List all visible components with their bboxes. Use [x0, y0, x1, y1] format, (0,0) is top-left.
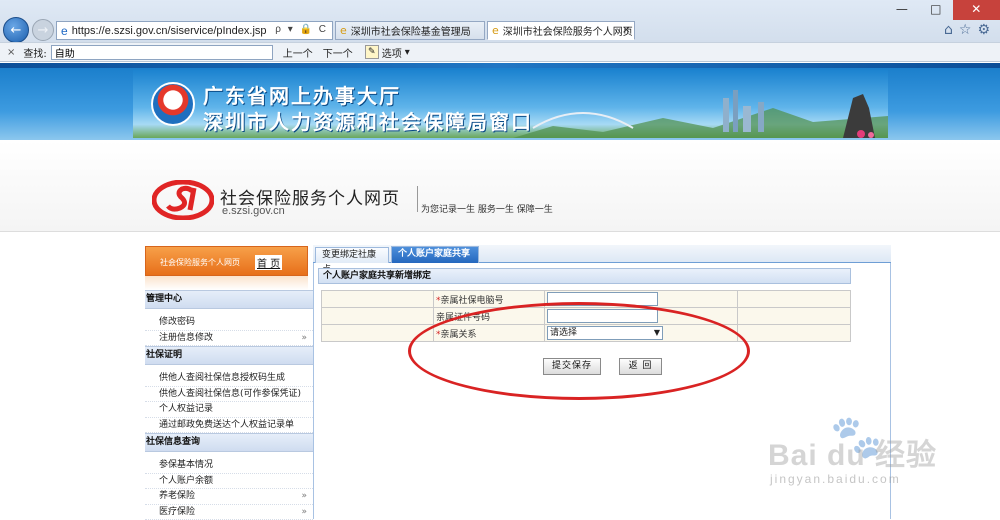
address-text: https://e.szsi.gov.cn/siservice/pIndex.j… — [72, 25, 267, 37]
watermark-text: Bai du 经验 — [768, 430, 937, 474]
chevron-down-icon: ▾ — [405, 47, 410, 58]
minimize-button[interactable]: — — [885, 0, 919, 20]
tab-label: 深圳市社会保险服务个人网页 — [503, 23, 633, 38]
maximize-button[interactable]: □ — [919, 0, 953, 20]
find-options-button[interactable]: ✎ 选项 ▾ — [365, 45, 410, 60]
address-bar[interactable]: e https://e.szsi.gov.cn/siservice/pIndex… — [56, 21, 333, 40]
pencil-icon: ✎ — [365, 45, 379, 59]
sidebar-item-label: 供他人查阅社保信息授权码生成 — [159, 373, 285, 383]
sidebar-item-basic-info[interactable]: 参保基本情况 — [145, 458, 313, 474]
find-options-label: 选项 — [382, 45, 402, 60]
arrow-right-icon: → — [38, 23, 49, 38]
sidebar-header-shadow — [145, 276, 308, 290]
sidebar-item-account-balance[interactable]: 个人账户余额 — [145, 474, 313, 490]
sidebar-item-label: 通过邮政免费送达个人权益记录单 — [159, 420, 294, 430]
sidebar-item-auth-code[interactable]: 供他人查阅社保信息授权码生成 — [145, 371, 313, 387]
forward-button[interactable]: → — [32, 19, 54, 41]
chevron-right-icon: » — [301, 505, 307, 520]
chevron-right-icon: » — [301, 331, 307, 347]
sidebar-item-label: 供他人查阅社保信息(可作参保凭证) — [159, 389, 301, 399]
sidebar-header-title: 社会保险服务个人网页 — [160, 257, 240, 268]
tab-label: 深圳市社会保险基金管理局 — [351, 23, 471, 38]
find-prev-button[interactable]: 上一个 — [283, 45, 313, 60]
home-link[interactable]: 首 页 — [255, 255, 282, 270]
ie-icon: e — [340, 24, 347, 37]
site-slogan: 为您记录一生 服务一生 保障一生 — [421, 202, 553, 215]
tab-szsi-fund[interactable]: e 深圳市社会保险基金管理局 — [335, 21, 485, 40]
header-divider — [417, 186, 418, 212]
sidebar-header: 社会保险服务个人网页 首 页 — [145, 246, 308, 276]
window-controls: — □ ✕ — [885, 0, 1000, 20]
sidebar-section-management[interactable]: 管理中心 — [145, 290, 313, 309]
close-window-button[interactable]: ✕ — [953, 0, 1000, 20]
section-title: 个人账户家庭共享新增绑定 — [318, 268, 851, 284]
ie-icon: e — [61, 24, 68, 38]
sidebar-menu: 管理中心 修改密码 注册信息修改 » 社保证明 供他人查阅社保信息授权码生成 供他… — [145, 290, 313, 519]
sidebar-item-change-password[interactable]: 修改密码 — [145, 315, 313, 331]
tab-change-clinic[interactable]: 变更绑定社康点 — [315, 247, 389, 263]
sidebar-item-medical[interactable]: 医疗保险 » — [145, 505, 313, 520]
sidebar-section-query[interactable]: 社保信息查询 — [145, 433, 313, 452]
tab-szsi-personal[interactable]: e 深圳市社会保险服务个人网页 × — [487, 21, 635, 40]
gear-icon[interactable]: ⚙ — [977, 22, 996, 38]
sidebar-item-label: 个人账户余额 — [159, 476, 213, 486]
find-input[interactable] — [51, 45, 273, 60]
sidebar-item-label: 参保基本情况 — [159, 460, 213, 470]
star-icon[interactable]: ☆ — [959, 22, 978, 38]
find-close-icon[interactable]: × — [7, 47, 15, 58]
sidebar-item-postal-record[interactable]: 通过邮政免费送达个人权益记录单 — [145, 418, 313, 434]
sidebar-item-label: 修改密码 — [159, 317, 195, 327]
address-controls[interactable]: ρ ▾ 🔒 C — [275, 24, 328, 35]
find-next-button[interactable]: 下一个 — [323, 45, 353, 60]
tab-family-share[interactable]: 个人账户家庭共享 — [391, 246, 479, 263]
back-button[interactable]: ← — [3, 17, 29, 43]
banner-title-2: 深圳市人力资源和社会保障局窗口 — [203, 106, 533, 135]
find-bar: × 查找: 上一个 下一个 ✎ 选项 ▾ — [0, 42, 1000, 62]
annotation-circle — [408, 302, 750, 400]
sidebar-item-label: 医疗保险 — [159, 507, 195, 517]
sidebar-item-pension[interactable]: 养老保险 » — [145, 489, 313, 505]
ie-icon: e — [492, 24, 499, 37]
field-label-text: 亲属社保电脑号 — [441, 296, 504, 306]
sidebar-item-rights-record[interactable]: 个人权益记录 — [145, 402, 313, 418]
sidebar-item-view-info[interactable]: 供他人查阅社保信息(可作参保凭证) — [145, 387, 313, 403]
arrow-left-icon: ← — [11, 23, 22, 38]
chevron-right-icon: » — [301, 489, 307, 505]
city-skyline-image — [513, 88, 888, 138]
find-label: 查找: — [23, 45, 46, 60]
page-header — [0, 140, 1000, 232]
banner: 广东省网上办事大厅 深圳市人力资源和社会保障局窗口 — [133, 70, 888, 138]
watermark-url: jingyan.baidu.com — [770, 472, 901, 486]
sidebar-item-label: 养老保险 — [159, 491, 195, 501]
gd-emblem-icon — [151, 82, 195, 126]
home-icon[interactable]: ⌂ — [944, 22, 959, 38]
sidebar-section-certificates[interactable]: 社保证明 — [145, 346, 313, 365]
site-domain: e.szsi.gov.cn — [222, 205, 285, 217]
sidebar-item-edit-registration[interactable]: 注册信息修改 » — [145, 331, 313, 347]
si-logo-icon — [152, 180, 214, 220]
sidebar-item-label: 个人权益记录 — [159, 404, 213, 414]
sidebar-item-label: 注册信息修改 — [159, 333, 213, 343]
close-tab-icon[interactable]: × — [622, 23, 631, 36]
toolbar-icons: ⌂☆⚙ — [944, 22, 996, 38]
banner-title-1: 广东省网上办事大厅 — [203, 80, 401, 109]
